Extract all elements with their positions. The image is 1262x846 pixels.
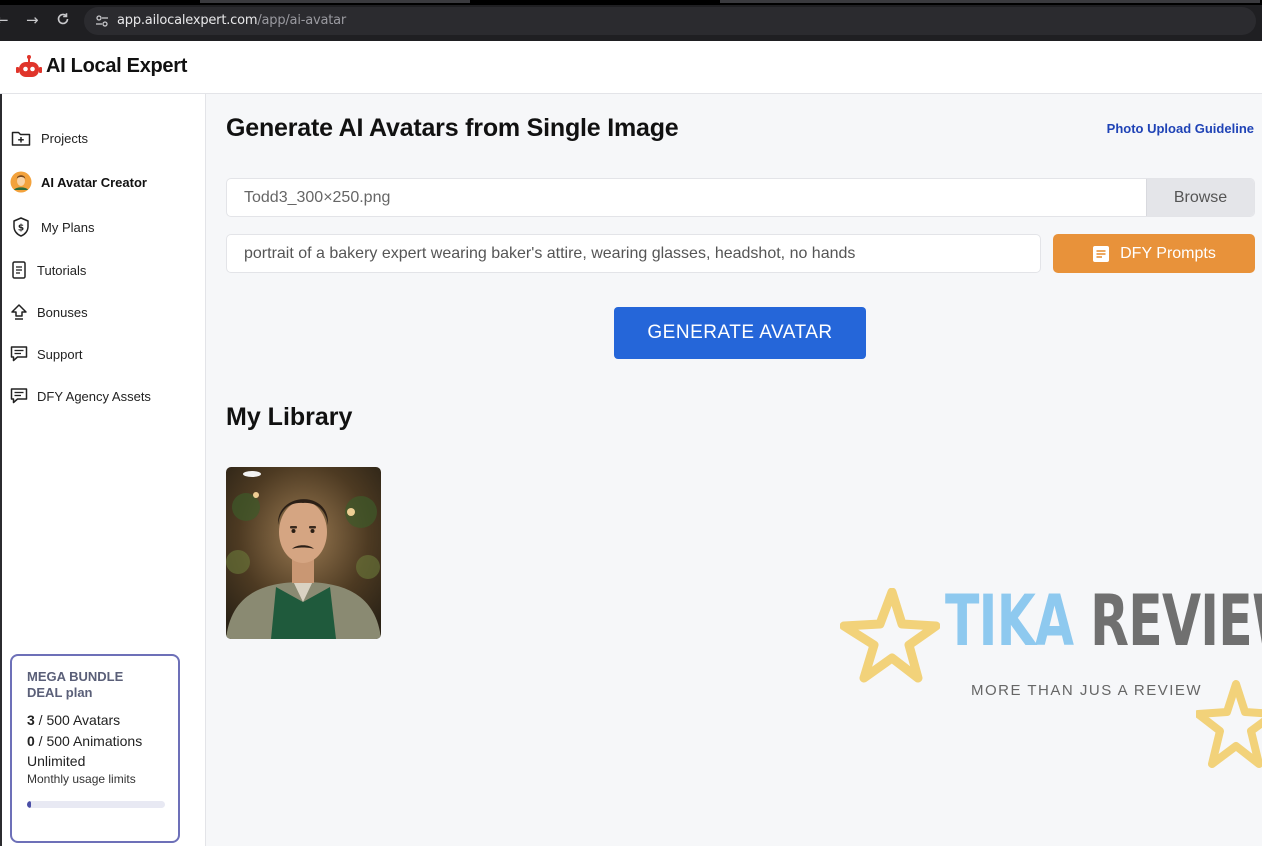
page-title: Generate AI Avatars from Single Image — [226, 114, 679, 142]
plan-title-line: MEGA BUNDLE — [27, 669, 124, 684]
sidebar-item-label: AI Avatar Creator — [41, 174, 147, 190]
browser-chrome: ← → app.ailocalexpert.com/app/ai-avatar — [0, 0, 1262, 41]
animations-usage: 0 / 500 Animations — [27, 733, 143, 749]
photo-upload-guideline-link[interactable]: Photo Upload Guideline — [1107, 121, 1254, 136]
dollar-shield-icon: $ — [10, 216, 32, 238]
sidebar-item-my-plans[interactable]: $ My Plans — [10, 215, 94, 239]
svg-text:$: $ — [18, 224, 24, 234]
list-icon — [1092, 245, 1110, 263]
star-icon — [1196, 680, 1262, 768]
robot-logo-icon — [16, 55, 42, 77]
app-logo-text: AI Local Expert — [46, 55, 188, 77]
sidebar-item-label: Bonuses — [37, 304, 88, 320]
reload-icon[interactable] — [56, 12, 70, 29]
tab-strip-edge — [720, 0, 1260, 3]
plan-title: MEGA BUNDLE DEAL plan — [27, 669, 167, 701]
sidebar-item-support[interactable]: Support — [10, 342, 83, 366]
browse-button[interactable]: Browse — [1146, 179, 1254, 216]
folder-plus-icon — [10, 127, 32, 149]
sidebar-item-projects[interactable]: Projects — [10, 126, 88, 150]
avatar-icon — [10, 171, 32, 193]
sidebar-item-tutorials[interactable]: Tutorials — [10, 258, 86, 282]
back-arrow-icon[interactable]: ← — [0, 12, 9, 28]
sidebar-item-label: My Plans — [41, 219, 95, 235]
sidebar-item-label: Tutorials — [37, 262, 87, 278]
document-icon — [10, 259, 28, 281]
address-bar[interactable]: app.ailocalexpert.com/app/ai-avatar — [84, 7, 1256, 35]
sidebar-item-bonuses[interactable]: Bonuses — [10, 300, 88, 324]
dfy-prompts-button[interactable]: DFY Prompts — [1053, 234, 1255, 273]
sidebar-item-dfy-agency-assets[interactable]: DFY Agency Assets — [10, 384, 151, 408]
star-icon — [840, 588, 940, 683]
tab-strip-edge — [200, 0, 470, 3]
selected-file-name: Todd3_300×250.png — [244, 189, 391, 206]
avatars-usage: 3 / 500 Avatars — [27, 712, 121, 728]
url-text: app.ailocalexpert.com/app/ai-avatar — [117, 13, 347, 28]
watermark-tagline: MORE THAN JUS A REVIEW — [971, 682, 1203, 699]
dfy-prompts-label: DFY Prompts — [1120, 244, 1216, 262]
sidebar: Projects AI Avatar Creator $ My Plans Tu… — [0, 94, 206, 846]
generate-avatar-button[interactable]: GENERATE AVATAR — [614, 307, 866, 359]
watermark: TIKA REVIEW MORE THAN JUS A REVIEW — [840, 580, 1262, 846]
watermark-title: TIKA REVIEW — [945, 580, 1262, 662]
site-settings-icon[interactable] — [94, 13, 110, 29]
usage-note: Monthly usage limits — [27, 772, 136, 786]
plan-usage-card: MEGA BUNDLE DEAL plan 3 / 500 Avatars 0 … — [10, 654, 180, 843]
sidebar-item-ai-avatar-creator[interactable]: AI Avatar Creator — [10, 170, 147, 194]
watermark-word: TIKA — [945, 580, 1074, 662]
chat-icon — [10, 385, 28, 407]
app-header: AI Local Expert — [0, 41, 1262, 94]
usage-progress-bar — [27, 801, 165, 808]
prompt-input[interactable] — [226, 234, 1041, 273]
avatar-portrait-image — [226, 467, 381, 639]
sidebar-item-label: Support — [37, 346, 83, 362]
chat-icon — [10, 343, 28, 365]
file-upload-field[interactable]: Todd3_300×250.png Browse — [226, 178, 1255, 217]
sidebar-item-label: Projects — [41, 130, 88, 146]
library-avatar-thumbnail[interactable] — [226, 467, 381, 639]
library-title: My Library — [226, 403, 353, 431]
plan-title-line: DEAL plan — [27, 685, 93, 700]
unlimited-label: Unlimited — [27, 753, 86, 769]
forward-arrow-icon[interactable]: → — [26, 12, 39, 28]
up-arrow-icon — [10, 301, 28, 323]
usage-progress-fill — [27, 801, 32, 808]
watermark-word: REVIEW — [1090, 580, 1262, 662]
sidebar-item-label: DFY Agency Assets — [37, 388, 151, 404]
